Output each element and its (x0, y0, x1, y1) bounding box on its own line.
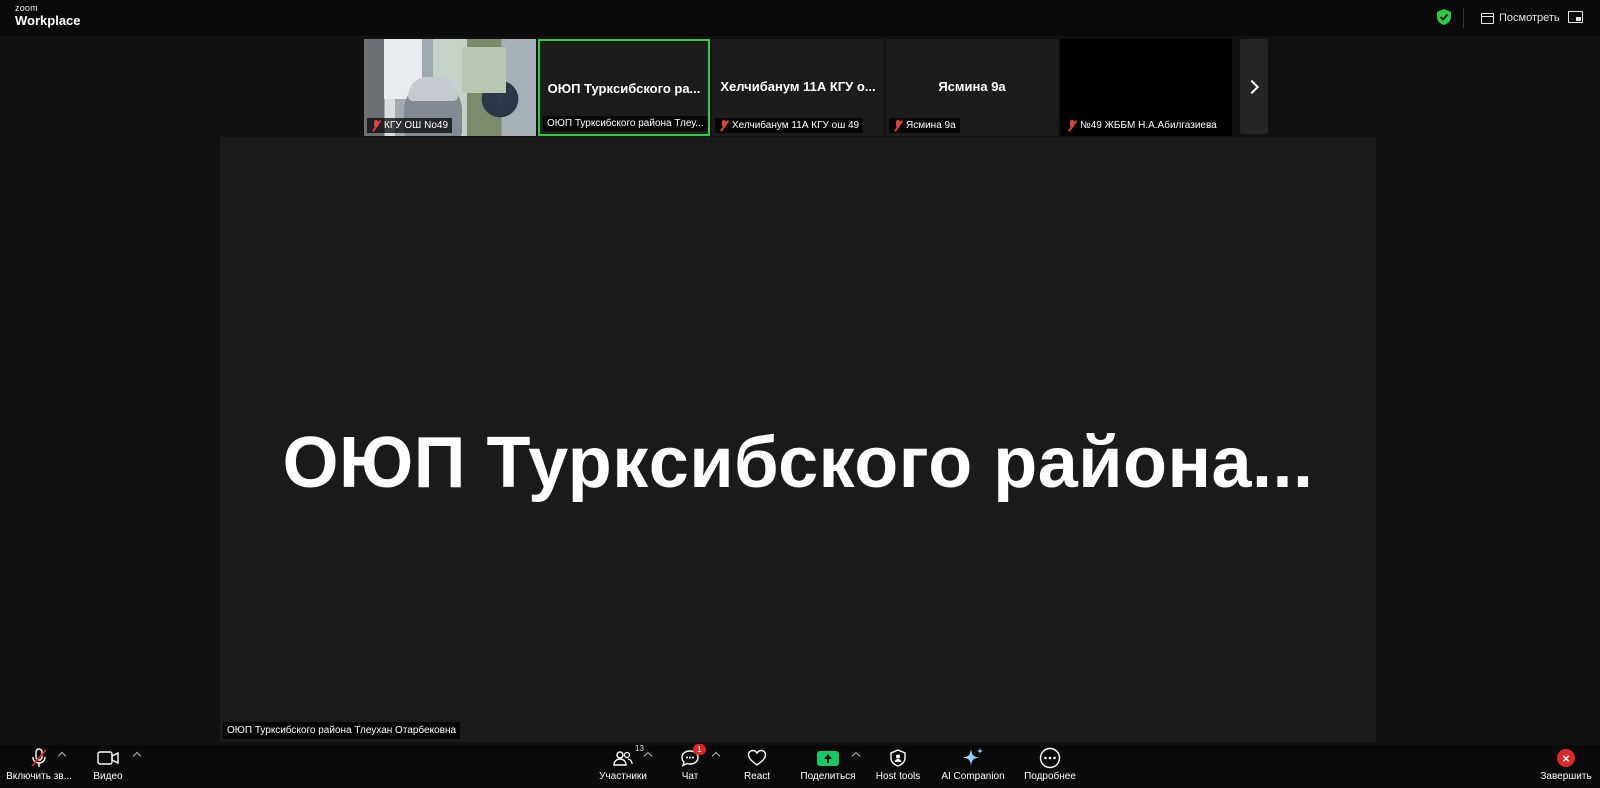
unmute-audio-button[interactable]: Включить зв... (5, 745, 73, 788)
participant-name: Хелчибанум 11А КГУ ош 49 (732, 120, 860, 131)
participant-tile[interactable]: КГУ ОШ No49 (364, 39, 536, 136)
chat-options-caret[interactable] (711, 751, 721, 761)
participant-caption: №49 ЖББМ Н.А.Абилгазиева (1063, 118, 1221, 133)
logo-zoom-text: zoom (15, 3, 38, 13)
chevron-right-icon (1244, 79, 1260, 94)
participant-tile-active-speaker[interactable]: ОЮП Туркcибского ра... ОЮП Туркcибского … (538, 39, 710, 136)
host-tools-button[interactable]: Host tools (873, 745, 923, 788)
participant-name: №49 ЖББМ Н.А.Абилгазиева (1080, 120, 1217, 131)
heart-icon (747, 745, 767, 771)
participants-icon: 13 (613, 744, 644, 771)
participants-button[interactable]: 13 Участники (596, 744, 650, 788)
more-button[interactable]: Подробнее (1022, 745, 1078, 788)
microphone-muted-icon (31, 745, 47, 771)
participant-tile[interactable]: №49 ЖББМ Н.А.Абилгазиева (1060, 39, 1232, 136)
chat-button-label: Чат (681, 771, 699, 782)
active-speaker-view: ОЮП Туркcибского района... ОЮП Туркcибск… (220, 137, 1376, 742)
picture-in-picture-icon[interactable] (1568, 11, 1583, 23)
participant-display-name: ОЮП Туркcибского ра... (547, 81, 701, 96)
zoom-workplace-logo: zoom Workplace (15, 3, 81, 28)
logo-workplace-text: Workplace (15, 13, 81, 28)
chat-bubble-icon: 1 (680, 744, 706, 771)
active-speaker-label: ОЮП Туркcибского района Тлеухан Отарбеко… (223, 722, 461, 739)
video-button[interactable]: Видео (88, 745, 128, 788)
more-button-label: Подробнее (1024, 771, 1076, 782)
mic-muted-icon (893, 120, 903, 131)
react-button-label: React (743, 771, 771, 782)
share-screen-button[interactable]: Поделиться (799, 745, 857, 788)
view-button-label: Посмотреть (1499, 12, 1560, 24)
more-dots-icon (1039, 745, 1061, 771)
participant-display-name: Хелчибанум 11А КГУ о... (720, 79, 876, 94)
participant-caption: КГУ ОШ No49 (367, 118, 452, 133)
mic-muted-icon (719, 120, 729, 131)
view-button[interactable]: Посмотреть (1481, 8, 1560, 28)
zoom-meeting-window: zoom Workplace Посмотреть КГУ ОШ No49 ОЮ… (0, 0, 1600, 788)
top-bar: zoom Workplace Посмотреть (0, 0, 1600, 36)
chat-button[interactable]: 1 Чат (675, 744, 706, 788)
end-meeting-button[interactable]: × Завершить (1540, 745, 1592, 788)
share-screen-icon (817, 750, 839, 766)
participants-count: 13 (635, 744, 644, 753)
audio-button-label: Включить зв... (6, 771, 72, 782)
share-screen-icon-wrap (817, 745, 839, 771)
host-tools-button-label: Host tools (875, 771, 921, 782)
meeting-controls-toolbar: Включить зв... Видео 13 Участники 1 Чат … (0, 744, 1600, 788)
next-page-button[interactable] (1240, 39, 1268, 134)
participant-display-name: Ясмина 9а (938, 79, 1006, 94)
participant-tile[interactable]: Ясмина 9а Ясмина 9а (886, 39, 1058, 136)
participant-caption: ОЮП Туркcибского района Тлеу... (543, 116, 708, 131)
participant-tile[interactable]: Хелчибанум 11А КГУ о... Хелчибанум 11А К… (712, 39, 884, 136)
video-button-label: Видео (93, 771, 123, 782)
end-icon-wrap: × (1557, 745, 1575, 771)
ai-companion-button-label: AI Companion (941, 771, 1005, 782)
chat-unread-badge: 1 (693, 744, 706, 755)
security-shield-icon[interactable] (1437, 9, 1451, 25)
share-button-label: Поделиться (800, 771, 856, 782)
ai-sparkle-icon (961, 745, 985, 771)
participant-name: ОЮП Туркcибского района Тлеу... (547, 118, 704, 129)
ai-companion-button[interactable]: AI Companion (939, 745, 1007, 788)
react-button[interactable]: React (740, 745, 774, 788)
top-bar-divider (1463, 8, 1464, 28)
view-layout-icon (1481, 12, 1494, 24)
video-options-caret[interactable] (132, 751, 142, 761)
mic-muted-icon (371, 120, 381, 131)
participant-caption: Ясмина 9а (889, 118, 960, 133)
participant-caption: Хелчибанум 11А КГУ ош 49 (715, 118, 864, 133)
video-camera-icon (97, 745, 119, 771)
participants-button-label: Участники (599, 771, 647, 782)
active-speaker-display-name: ОЮП Туркcибского района... (282, 423, 1314, 503)
participant-name: Ясмина 9а (906, 120, 956, 131)
end-meeting-icon: × (1557, 749, 1575, 767)
mic-muted-icon (1067, 120, 1077, 131)
end-button-label: Завершить (1540, 771, 1592, 782)
participant-name: КГУ ОШ No49 (384, 120, 448, 131)
host-shield-icon (890, 745, 906, 771)
